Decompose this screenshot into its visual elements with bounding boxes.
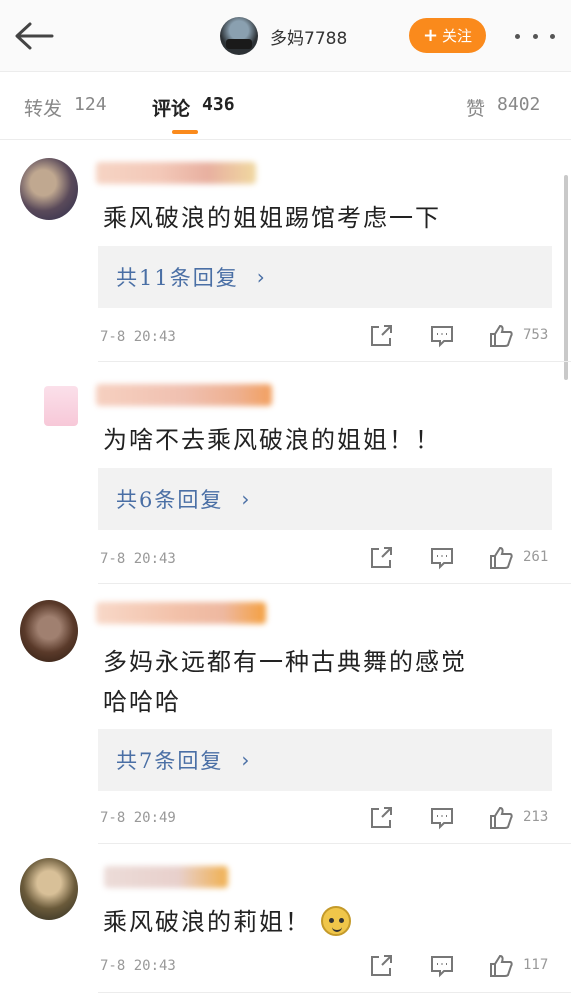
back-arrow-icon[interactable] <box>14 20 54 52</box>
comment-timestamp: 7-8 20:43 <box>100 329 176 345</box>
commenter-name-blurred[interactable] <box>96 602 266 624</box>
comment-text-line-2: 哈哈哈 <box>103 688 181 716</box>
tab-reposts[interactable]: 转发 124 <box>24 94 107 121</box>
reply-count-label: 共6条回复 <box>116 488 224 512</box>
comment-timestamp: 7-8 20:43 <box>100 551 176 567</box>
reply-count-label: 共7条回复 <box>116 749 224 773</box>
comment-timestamp: 7-8 20:49 <box>100 810 176 826</box>
commenter-name-blurred[interactable] <box>104 866 228 888</box>
chevron-right-icon: › <box>256 265 265 289</box>
thumbs-up-icon[interactable] <box>488 953 514 979</box>
like-count: 213 <box>523 809 549 825</box>
share-icon[interactable] <box>368 323 394 349</box>
comment-icon[interactable] <box>429 953 455 979</box>
view-replies-button[interactable]: 共7条回复 › <box>98 729 552 791</box>
divider <box>98 361 571 362</box>
more-options-icon[interactable] <box>515 26 555 46</box>
active-tab-indicator <box>172 130 198 134</box>
chevron-right-icon: › <box>241 748 250 772</box>
comment-text-line-1: 多妈永远都有一种古典舞的感觉 <box>103 648 467 676</box>
comment-text: 为啥不去乘风破浪的姐姐！！ <box>103 426 441 454</box>
comment-text-content: 乘风破浪的莉姐！ <box>103 908 311 936</box>
divider <box>98 843 571 844</box>
reply-count-label: 共11条回复 <box>116 266 239 290</box>
comment-text: 乘风破浪的莉姐！ <box>103 902 351 942</box>
thumbs-up-icon[interactable] <box>488 545 514 571</box>
commenter-name-blurred[interactable] <box>96 162 256 184</box>
author-username[interactable]: 多妈7788 <box>270 24 347 49</box>
comment-timestamp: 7-8 20:43 <box>100 958 176 974</box>
commenter-avatar[interactable] <box>20 158 78 220</box>
tab-likes-label: 赞 <box>466 98 486 120</box>
view-replies-button[interactable]: 共11条回复 › <box>98 246 552 308</box>
share-icon[interactable] <box>368 805 394 831</box>
comment-text: 乘风破浪的姐姐踢馆考虑一下 <box>103 204 441 232</box>
share-icon[interactable] <box>368 545 394 571</box>
author-profile[interactable]: 多妈7788 <box>220 17 347 55</box>
follow-button[interactable]: + 关注 <box>409 18 486 53</box>
tab-reposts-count: 124 <box>74 94 107 115</box>
commenter-avatar[interactable] <box>20 858 78 920</box>
divider <box>98 583 571 584</box>
comment-icon[interactable] <box>429 805 455 831</box>
like-count: 753 <box>523 327 549 343</box>
like-count: 117 <box>523 957 549 973</box>
scrollbar[interactable] <box>564 175 568 380</box>
author-avatar[interactable] <box>220 17 258 55</box>
thumbs-up-icon[interactable] <box>488 323 514 349</box>
follow-button-label: 关注 <box>442 27 473 45</box>
share-icon[interactable] <box>368 953 394 979</box>
thumbs-up-icon[interactable] <box>488 805 514 831</box>
tab-likes[interactable]: 赞 8402 <box>466 94 540 121</box>
divider <box>98 992 571 993</box>
plus-icon: + <box>422 24 439 46</box>
like-count: 261 <box>523 549 549 565</box>
tab-bar: 转发 124 评论 436 赞 8402 <box>0 72 571 140</box>
doge-emoji-icon <box>321 905 351 936</box>
comment-icon[interactable] <box>429 323 455 349</box>
tab-comments[interactable]: 评论 436 <box>152 94 235 121</box>
comment-icon[interactable] <box>429 545 455 571</box>
tab-likes-count: 8402 <box>497 94 541 115</box>
tab-reposts-label: 转发 <box>24 98 63 120</box>
tab-comments-label: 评论 <box>152 98 191 120</box>
commenter-name-blurred[interactable] <box>96 384 272 406</box>
chevron-right-icon: › <box>241 487 250 511</box>
top-bar: 多妈7788 + 关注 <box>0 0 571 72</box>
tab-comments-count: 436 <box>202 94 235 115</box>
commenter-avatar[interactable] <box>20 600 78 662</box>
commenter-avatar[interactable] <box>44 386 78 426</box>
view-replies-button[interactable]: 共6条回复 › <box>98 468 552 530</box>
